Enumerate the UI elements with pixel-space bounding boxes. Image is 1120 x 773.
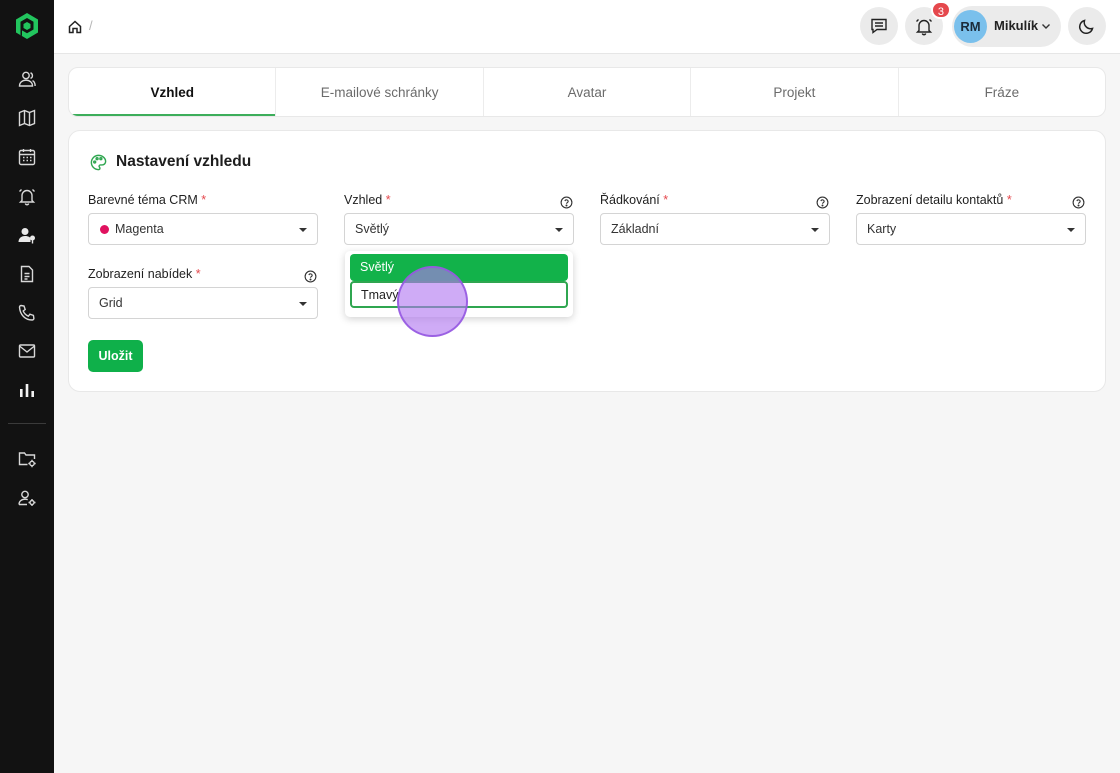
spacing-value: Základní bbox=[611, 222, 659, 236]
theme-select[interactable]: Magenta bbox=[88, 213, 318, 245]
caret-down-icon bbox=[555, 228, 563, 232]
logo-icon[interactable] bbox=[14, 12, 40, 40]
offers-value: Grid bbox=[99, 296, 123, 310]
chevron-down-icon bbox=[1042, 24, 1050, 29]
theme-value: Magenta bbox=[115, 222, 164, 236]
contact-detail-label: Zobrazení detailu kontaktů * bbox=[856, 193, 1012, 207]
caret-down-icon bbox=[811, 228, 819, 232]
document-icon[interactable] bbox=[17, 264, 37, 284]
settings-tabs: Vzhled E-mailové schránky Avatar Projekt… bbox=[68, 67, 1106, 117]
palette-icon bbox=[90, 154, 107, 171]
help-icon[interactable] bbox=[816, 196, 829, 209]
user-name: Mikulík bbox=[994, 18, 1039, 33]
save-button[interactable]: Uložit bbox=[88, 340, 143, 372]
mail-icon[interactable] bbox=[17, 341, 37, 361]
chat-icon bbox=[871, 18, 887, 34]
notification-badge: 3 bbox=[930, 1, 951, 19]
theme-label: Barevné téma CRM * bbox=[88, 193, 207, 207]
phone-icon[interactable] bbox=[17, 303, 37, 323]
cursor-indicator bbox=[397, 266, 468, 337]
folder-settings-icon[interactable] bbox=[17, 449, 37, 469]
appearance-label: Vzhled * bbox=[344, 193, 391, 207]
chat-button[interactable] bbox=[860, 7, 898, 45]
dark-mode-toggle[interactable] bbox=[1068, 7, 1106, 45]
users-icon[interactable] bbox=[17, 69, 37, 89]
caret-down-icon bbox=[299, 302, 307, 306]
moon-icon bbox=[1078, 19, 1094, 35]
help-icon[interactable] bbox=[560, 196, 573, 209]
appearance-value: Světlý bbox=[355, 222, 390, 236]
help-icon[interactable] bbox=[304, 270, 317, 283]
user-pin-icon[interactable] bbox=[17, 225, 37, 245]
option-label: Světlý bbox=[360, 260, 395, 274]
tab-vzhled[interactable]: Vzhled bbox=[69, 68, 277, 116]
sidebar-divider bbox=[8, 423, 46, 424]
help-icon[interactable] bbox=[1072, 196, 1085, 209]
appearance-select[interactable]: Světlý bbox=[344, 213, 574, 245]
option-label: Tmavý bbox=[361, 288, 399, 302]
bell-icon bbox=[915, 19, 933, 36]
alarm-icon[interactable] bbox=[17, 186, 37, 206]
avatar: RM bbox=[954, 10, 987, 43]
spacing-label: Řádkování * bbox=[600, 193, 669, 207]
tab-email-mailboxes[interactable]: E-mailové schránky bbox=[276, 68, 484, 116]
caret-down-icon bbox=[1067, 228, 1075, 232]
appearance-settings-card: Nastavení vzhledu bbox=[68, 130, 1106, 392]
top-header: / 3 RM Mikulík bbox=[54, 0, 1120, 54]
theme-color-dot bbox=[100, 225, 109, 234]
bar-chart-icon[interactable] bbox=[17, 380, 37, 400]
calendar-icon[interactable] bbox=[17, 147, 37, 167]
offers-select[interactable]: Grid bbox=[88, 287, 318, 319]
home-icon[interactable] bbox=[67, 19, 83, 35]
tab-project[interactable]: Projekt bbox=[691, 68, 899, 116]
caret-down-icon bbox=[299, 228, 307, 232]
offers-label: Zobrazení nabídek * bbox=[88, 267, 201, 281]
contact-detail-select[interactable]: Karty bbox=[856, 213, 1086, 245]
breadcrumb-separator: / bbox=[89, 18, 93, 33]
notifications-button[interactable]: 3 bbox=[905, 1, 951, 45]
sidebar bbox=[0, 0, 54, 773]
tab-avatar[interactable]: Avatar bbox=[484, 68, 692, 116]
user-settings-icon[interactable] bbox=[17, 488, 37, 508]
tab-phrases[interactable]: Fráze bbox=[899, 68, 1105, 116]
contact-detail-value: Karty bbox=[867, 222, 897, 236]
map-icon[interactable] bbox=[17, 108, 37, 128]
spacing-select[interactable]: Základní bbox=[600, 213, 830, 245]
user-menu[interactable]: RM Mikulík bbox=[952, 6, 1061, 47]
card-title: Nastavení vzhledu bbox=[116, 153, 252, 170]
